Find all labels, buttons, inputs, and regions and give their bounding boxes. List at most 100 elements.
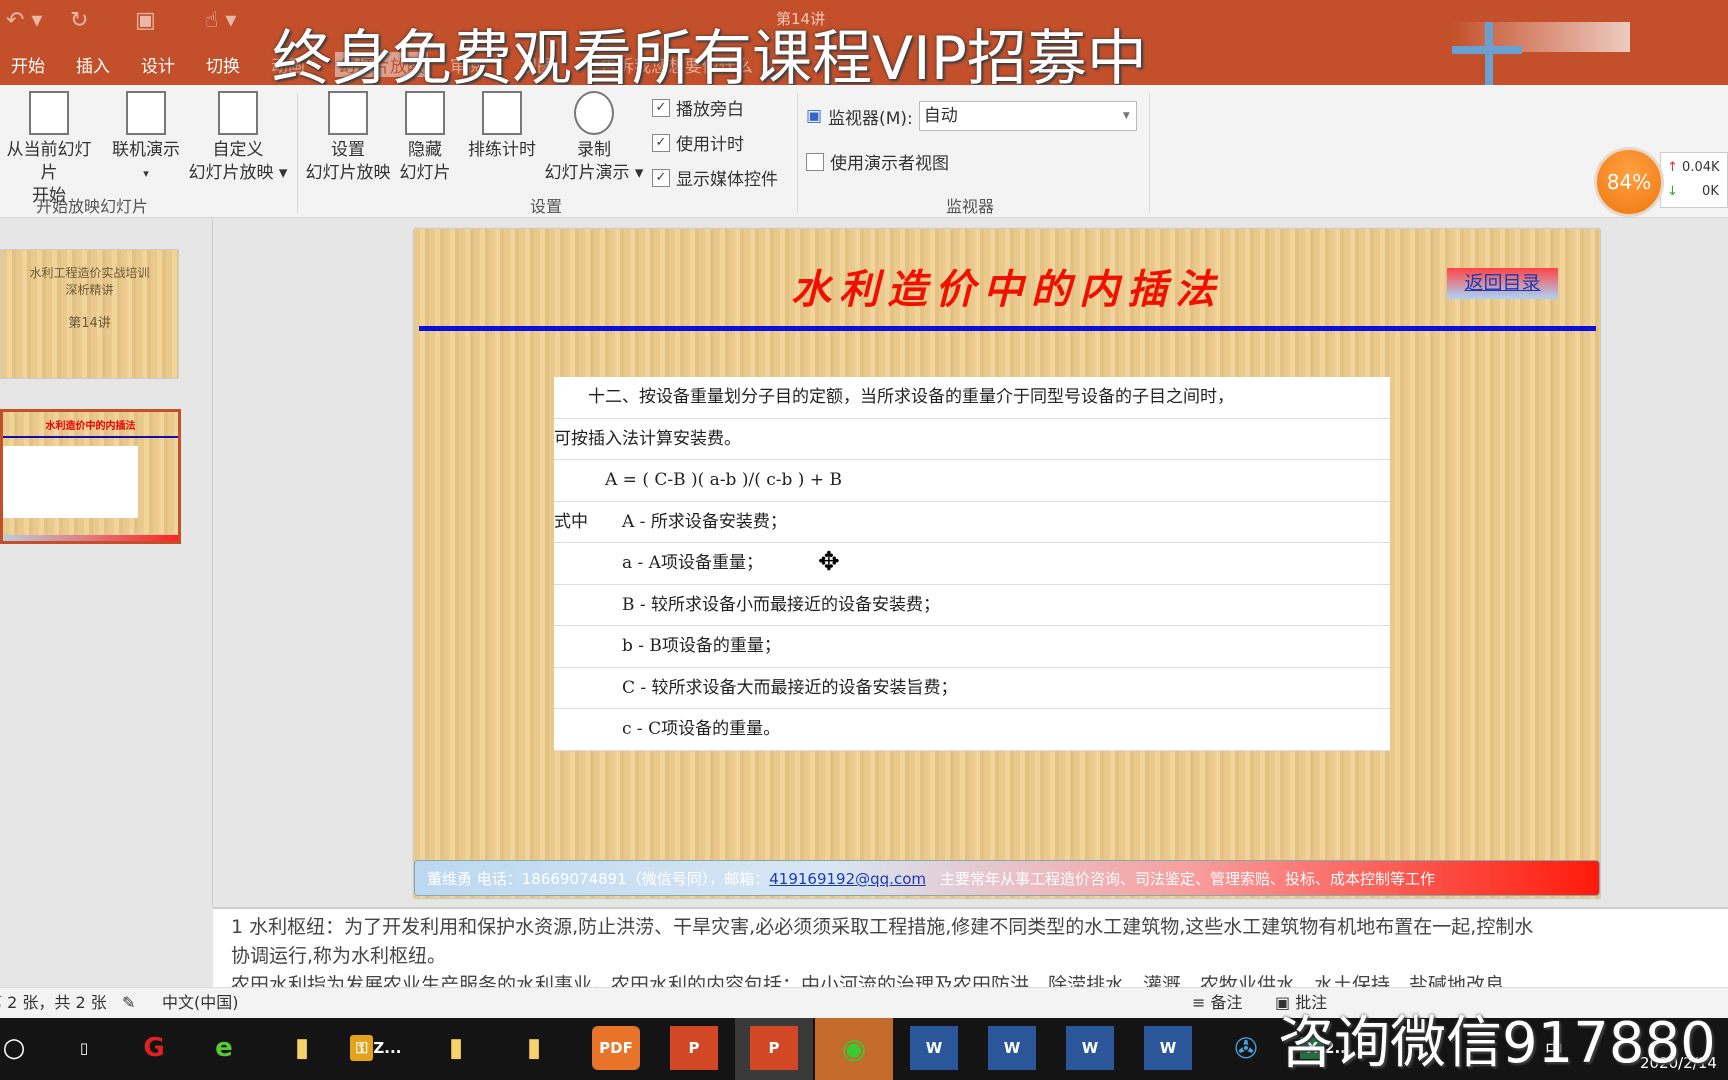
monitor-select-row: ▣ 监视器(M): 自动 ▼ [806, 101, 1137, 131]
group-label-start: 开始放映幻灯片 [36, 197, 149, 216]
table-row: A = ( C-B )( a-b )/( c-b ) + B [554, 460, 1390, 502]
word-icon[interactable]: W [1144, 1026, 1192, 1070]
wechat-icon[interactable]: ◉ [830, 1026, 878, 1070]
play-narration-checkbox[interactable]: ✓ 播放旁白 [652, 95, 778, 120]
table-row: 式中 A - 所求设备安装费； [554, 502, 1390, 543]
fan-app-icon[interactable]: ✇ [1222, 1026, 1270, 1070]
app-gw-icon[interactable]: G [130, 1026, 178, 1070]
slide-thumbnail-2[interactable]: 水利造价中的内插法 [0, 409, 181, 544]
label: 监视器(M): [828, 108, 913, 129]
checkbox[interactable] [806, 152, 824, 171]
folder-icon[interactable]: ▮ [432, 1026, 480, 1070]
language-indicator[interactable]: 中文(中国) [162, 988, 239, 1018]
group-label-setup: 设置 [530, 197, 563, 216]
custom-slideshow-button[interactable]: 自定义 幻灯片放映 ▾ [186, 91, 290, 185]
powerpoint-icon[interactable]: P [670, 1026, 718, 1070]
powerpoint-icon[interactable]: P [750, 1026, 798, 1070]
globe-icon [126, 91, 166, 135]
tab-transitions[interactable]: 切换 [206, 52, 240, 77]
title-bar: ↶ ▾ ↻ ▣ ☝ ▾ 第14讲 开始 插入 设计 切换 动画 幻灯片放映 审阅… [0, 0, 1728, 94]
thumbnail-table [3, 446, 138, 518]
spellcheck-icon[interactable]: ✎ [122, 988, 135, 1018]
table-row: a - A项设备重量； [554, 543, 1390, 585]
from-current-slide-button[interactable]: 从当前幻灯片 开始 [0, 91, 98, 208]
word-icon[interactable]: W [1066, 1026, 1114, 1070]
thumbnail-title: 水利造价中的内插法 [45, 421, 136, 432]
record-icon [574, 91, 614, 135]
use-timings-checkbox[interactable]: ✓ 使用计时 [652, 130, 778, 155]
task-view-icon[interactable]: ▯ [60, 1026, 108, 1070]
table-row: 可按插入法计算安装费。 [554, 419, 1390, 460]
presenter-view-checkbox[interactable]: 使用演示者视图 [806, 149, 949, 174]
move-cursor-icon [1485, 22, 1493, 92]
watermark-top: 终身免费观看所有课程VIP招募中 [272, 24, 1147, 94]
browser-icon[interactable]: e [200, 1026, 248, 1070]
label: 备注 [1210, 993, 1243, 1012]
checkbox[interactable]: ✓ [652, 98, 670, 117]
divider [797, 93, 798, 213]
touch-mode-icon[interactable]: ☝ ▾ [205, 8, 236, 33]
chevron-down-icon: ▼ [1122, 111, 1130, 121]
rehearse-timings-button[interactable]: 排练计时 [462, 91, 542, 162]
record-slideshow-button[interactable]: 录制 幻灯片演示 ▾ [542, 91, 646, 185]
label: 幻灯片 [399, 163, 451, 183]
setup-icon [328, 91, 368, 135]
word-icon[interactable]: W [910, 1026, 958, 1070]
slide-thumbnail-1[interactable]: 水利工程造价实战培训 深析精讲 第14讲 [0, 249, 179, 379]
download-speed: 0K [1702, 184, 1719, 199]
notes-line: 农田水利指为发展农业生产服务的水利事业，农田水利的内容包括：中小河流的治理及农田… [231, 974, 1505, 987]
zip-app-button[interactable]: ⚿ Z... [350, 1026, 420, 1070]
stopwatch-icon [482, 91, 522, 135]
tab-home[interactable]: 开始 [11, 52, 45, 77]
monitor-dropdown[interactable]: 自动 ▼ [918, 101, 1137, 131]
tab-insert[interactable]: 插入 [76, 52, 110, 77]
notes-button[interactable]: ≡ 备注 [1192, 988, 1243, 1018]
back-to-contents-link[interactable]: 返回目录 [1447, 268, 1558, 299]
present-icon[interactable]: ▣ [135, 8, 156, 33]
hide-slide-button[interactable]: 隐藏 幻灯片 [396, 91, 454, 185]
notes-line: 协调运行,称为水利枢纽。 [231, 945, 447, 967]
thumbnail-lecture: 第14讲 [68, 316, 111, 331]
word-icon[interactable]: W [988, 1026, 1036, 1070]
undo-icon[interactable]: ↶ ▾ [6, 8, 42, 33]
label: 显示媒体控件 [676, 170, 778, 190]
footer-description: 主要常年从事工程造价咨询、司法鉴定、管理索赔、投标、成本控制等工作 [940, 870, 1436, 888]
key-icon: ⚿ [350, 1035, 374, 1061]
footer-email-link[interactable]: 419169192@qq.com [769, 870, 926, 888]
table-row: C - 较所求设备大而最接近的设备安装旨费； [554, 668, 1390, 709]
network-monitor-ball[interactable]: 84% [1594, 147, 1664, 217]
slide-footer: 董维勇 电话：18669074891（微信号同），邮箱：419169192@qq… [414, 860, 1600, 896]
folder-icon[interactable]: ▮ [510, 1026, 558, 1070]
slide-title: 水利造价中的内插法 [791, 266, 1223, 313]
search-circle-icon[interactable]: ○ [0, 1026, 38, 1070]
label: 播放旁白 [676, 100, 744, 120]
upload-icon: ↑ [1667, 160, 1678, 175]
label: 排练计时 [468, 140, 536, 160]
mouse-cursor-icon: ✥ [818, 547, 840, 577]
label: 自定义 [212, 140, 264, 160]
notes-pane[interactable]: 1 水利枢纽：为了开发利用和保护水资源,防止洪涝、干旱灾害,必必须须采取工程措施… [213, 907, 1728, 987]
folder-icon[interactable]: ▮ [278, 1026, 326, 1070]
checkbox[interactable]: ✓ [652, 168, 670, 187]
table-row: b - B项设备的重量； [554, 626, 1390, 668]
label: ▾ [143, 167, 149, 180]
label: 使用计时 [676, 135, 744, 155]
tab-design[interactable]: 设计 [141, 52, 175, 77]
checkbox[interactable]: ✓ [652, 133, 670, 152]
custom-slideshow-icon [218, 91, 258, 135]
redo-icon[interactable]: ↻ [70, 8, 88, 33]
label: 录制 [577, 140, 611, 160]
label: 使用演示者视图 [830, 154, 949, 174]
show-media-controls-checkbox[interactable]: ✓ 显示媒体控件 [652, 165, 778, 190]
online-present-button[interactable]: 联机演示 ▾ [106, 91, 186, 185]
divider [1149, 93, 1150, 213]
thumbnail-footer [3, 535, 178, 541]
pdf-icon[interactable]: PDF [592, 1026, 640, 1070]
net-speed-panel: ↑ 0.04K ↓ 0K [1660, 152, 1728, 208]
slide-thumbnail-pane: 水利工程造价实战培训 深析精讲 第14讲 水利造价中的内插法 [0, 219, 213, 907]
label: 幻灯片放映 [305, 163, 391, 183]
slide-canvas: 水利造价中的内插法 返回目录 十二、按设备重量划分子目的定额，当所求设备的重量介… [414, 229, 1600, 898]
setup-slideshow-button[interactable]: 设置 幻灯片放映 [300, 91, 396, 185]
label: Z... [373, 1039, 402, 1057]
upload-speed: 0.04K [1682, 160, 1720, 175]
